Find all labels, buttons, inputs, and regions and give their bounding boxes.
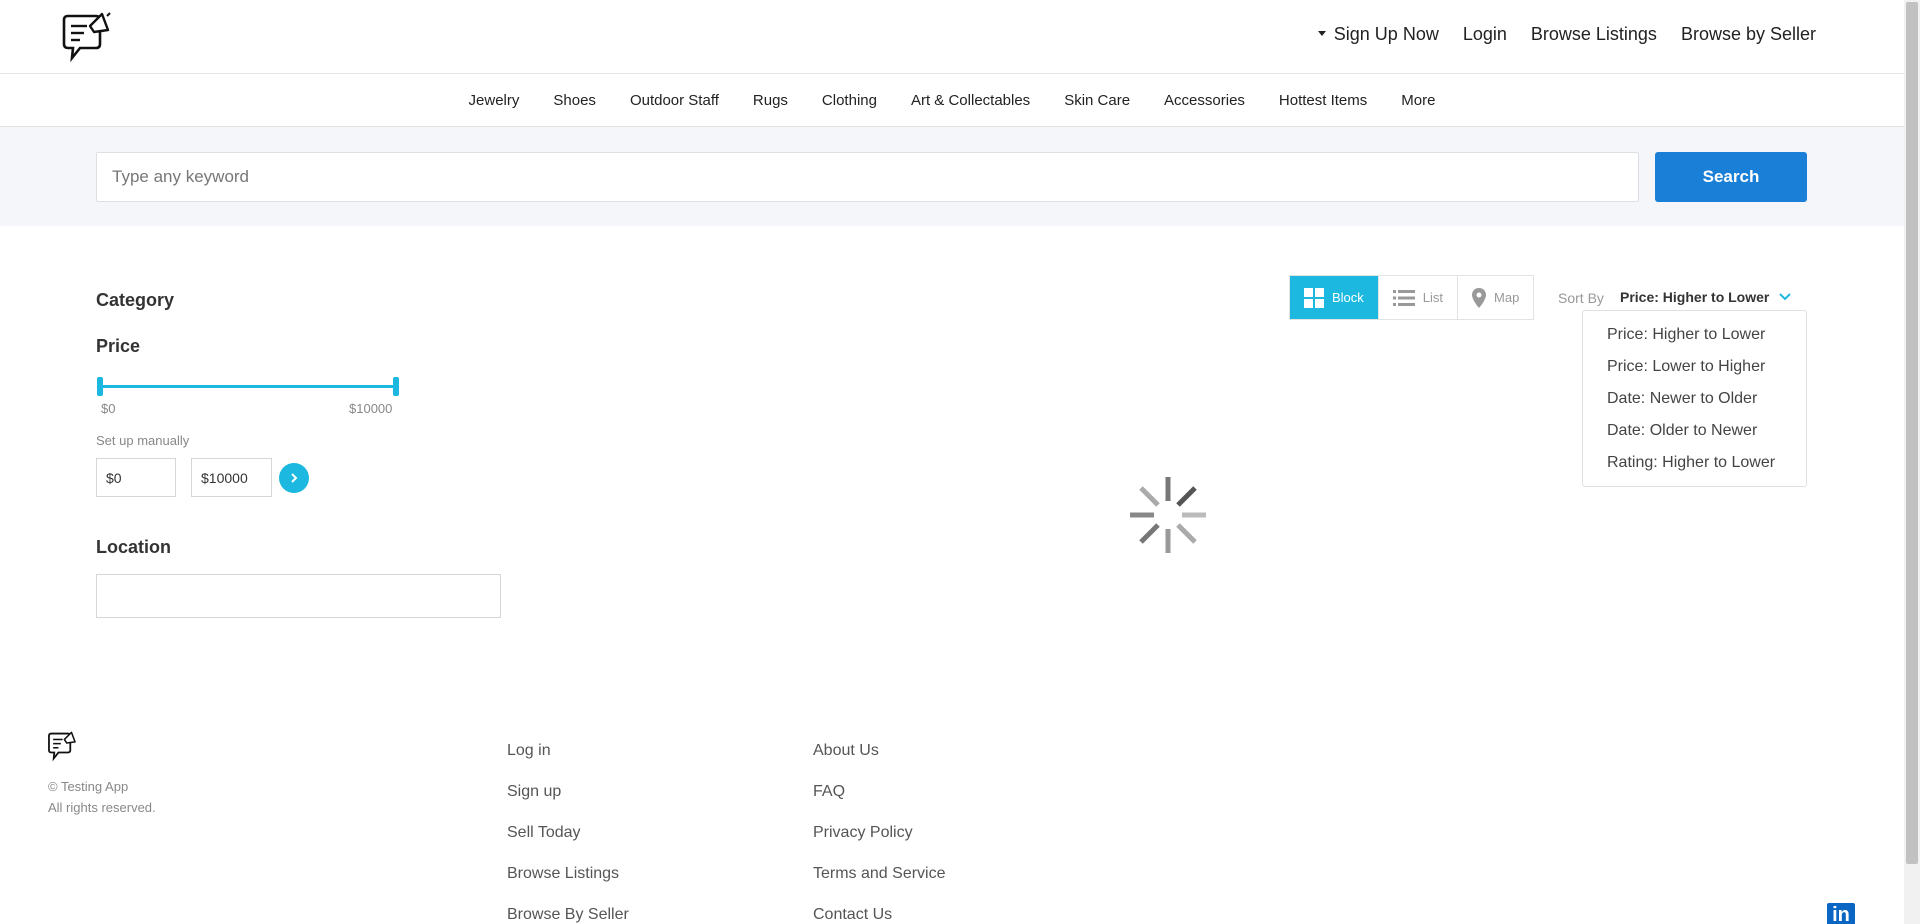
max-price-field[interactable]: $ — [191, 458, 272, 497]
price-slider-track[interactable] — [100, 385, 397, 388]
footer-link-browse-listings[interactable]: Browse Listings — [507, 861, 629, 887]
category-skin-care[interactable]: Skin Care — [1064, 92, 1130, 109]
category-shoes[interactable]: Shoes — [553, 92, 596, 109]
view-toggle: Block List Map — [1289, 275, 1535, 320]
price-slider-min-label: $0 — [101, 401, 116, 416]
rights-text: All rights reserved. — [48, 800, 156, 815]
footer-link-sell-today[interactable]: Sell Today — [507, 820, 629, 846]
category-rugs[interactable]: Rugs — [753, 92, 788, 109]
sort-select[interactable]: Price: Higher to Lower — [1620, 289, 1792, 305]
price-slider-min-handle[interactable] — [97, 377, 103, 396]
login-link[interactable]: Login — [1463, 24, 1507, 45]
caret-down-icon — [1317, 30, 1326, 36]
linkedin-icon[interactable]: in — [1827, 903, 1855, 924]
sort-selected-value: Price: Higher to Lower — [1620, 289, 1770, 305]
category-art-collectables[interactable]: Art & Collectables — [911, 92, 1030, 109]
sort-by-label: Sort By — [1558, 290, 1604, 306]
sort-option[interactable]: Price: Higher to Lower — [1583, 323, 1806, 355]
category-filter-title[interactable]: Category — [96, 290, 174, 311]
footer-copyright: © Testing App All rights reserved. — [48, 776, 156, 818]
price-slider-max-label: $10000 — [349, 401, 393, 416]
manual-price-label: Set up manually — [96, 433, 190, 448]
footer-link-privacy-policy[interactable]: Privacy Policy — [813, 820, 946, 846]
map-pin-icon — [1472, 287, 1487, 308]
min-price-field[interactable]: $ — [96, 458, 176, 497]
footer-link-login[interactable]: Log in — [507, 738, 629, 764]
category-more[interactable]: More — [1401, 92, 1435, 109]
list-icon — [1392, 289, 1415, 306]
location-filter-title: Location — [96, 537, 171, 557]
footer-link-terms[interactable]: Terms and Service — [813, 861, 946, 887]
chat-megaphone-logo[interactable] — [60, 10, 112, 64]
view-list-label: List — [1422, 290, 1444, 305]
loading-spinner — [1130, 477, 1206, 553]
price-filter-title: Price — [96, 336, 141, 356]
price-slider-max-handle[interactable] — [393, 377, 399, 396]
top-header: Sign Up Now Login Browse Listings Browse… — [0, 0, 1904, 74]
view-map-button[interactable]: Map — [1458, 276, 1533, 319]
currency-symbol: $ — [201, 469, 209, 486]
footer-link-signup[interactable]: Sign up — [507, 779, 629, 805]
view-block-button[interactable]: Block — [1290, 276, 1379, 319]
location-input[interactable] — [96, 574, 501, 618]
max-price-input[interactable] — [208, 469, 267, 486]
min-price-input[interactable] — [113, 469, 164, 486]
sort-option[interactable]: Rating: Higher to Lower — [1583, 451, 1806, 483]
category-hottest-items[interactable]: Hottest Items — [1279, 92, 1367, 109]
sort-dropdown-menu: Price: Higher to Lower Price: Lower to H… — [1582, 310, 1807, 487]
category-accessories[interactable]: Accessories — [1164, 92, 1245, 109]
category-nav: Jewelry Shoes Outdoor Staff Rugs Clothin… — [0, 74, 1904, 127]
footer-link-contact-us[interactable]: Contact Us — [813, 902, 946, 924]
view-list-button[interactable]: List — [1379, 276, 1459, 319]
apply-price-button[interactable] — [279, 463, 309, 493]
footer-link-browse-by-seller[interactable]: Browse By Seller — [507, 902, 629, 924]
currency-symbol: $ — [106, 469, 114, 486]
search-input[interactable] — [96, 152, 1639, 202]
sort-option[interactable]: Date: Older to Newer — [1583, 419, 1806, 451]
footer-logo[interactable] — [46, 730, 78, 762]
top-nav: Sign Up Now Login Browse Listings Browse… — [1317, 24, 1816, 45]
scrollbar-thumb[interactable] — [1906, 2, 1918, 864]
copyright-text: © Testing App — [48, 779, 129, 794]
footer-link-faq[interactable]: FAQ — [813, 779, 946, 805]
chevron-right-icon — [291, 473, 298, 483]
view-block-label: Block — [1332, 290, 1364, 305]
grid-icon — [1304, 287, 1324, 308]
view-map-label: Map — [1494, 290, 1520, 305]
category-clothing[interactable]: Clothing — [822, 92, 877, 109]
category-outdoor-staff[interactable]: Outdoor Staff — [630, 92, 719, 109]
footer-column-info: About Us FAQ Privacy Policy Terms and Se… — [813, 738, 946, 924]
chevron-down-icon — [1779, 293, 1792, 301]
footer-link-about-us[interactable]: About Us — [813, 738, 946, 764]
sort-option[interactable]: Date: Newer to Older — [1583, 387, 1806, 419]
browse-by-seller-link[interactable]: Browse by Seller — [1681, 24, 1816, 45]
category-jewelry[interactable]: Jewelry — [469, 92, 520, 109]
search-button[interactable]: Search — [1655, 152, 1807, 202]
footer-column-account: Log in Sign up Sell Today Browse Listing… — [507, 738, 629, 924]
sign-up-link[interactable]: Sign Up Now — [1317, 24, 1439, 45]
browse-listings-link[interactable]: Browse Listings — [1531, 24, 1657, 45]
sort-option[interactable]: Price: Lower to Higher — [1583, 355, 1806, 387]
